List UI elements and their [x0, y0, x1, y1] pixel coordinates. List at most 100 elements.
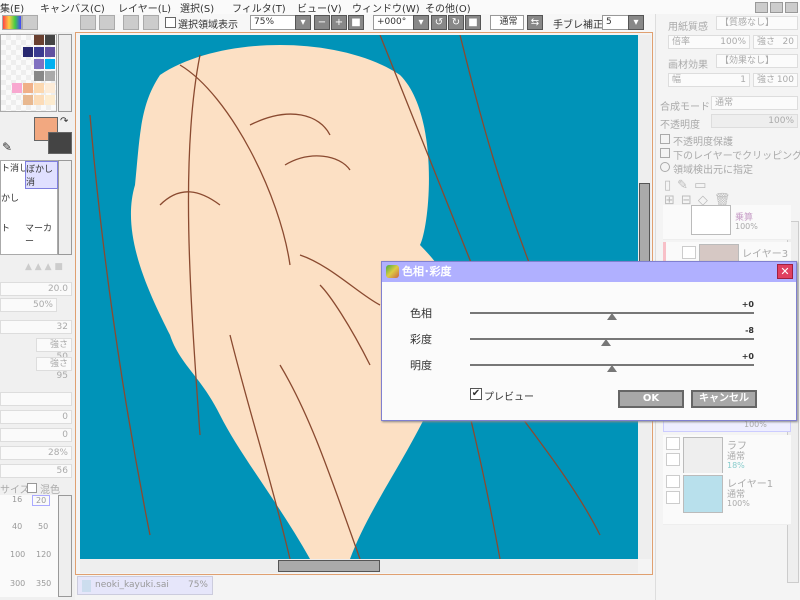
deselect-button[interactable]: [123, 15, 139, 30]
invert-selection-button[interactable]: [143, 15, 159, 30]
zoom-reset-button[interactable]: ■: [348, 15, 364, 30]
brush-size[interactable]: 40: [12, 522, 22, 531]
new-pen-layer-icon[interactable]: ✎: [677, 178, 694, 193]
brush-size[interactable]: 350: [36, 579, 51, 588]
paper-texture-select[interactable]: 【質感なし】: [716, 16, 798, 30]
menu-other[interactable]: その他(O): [425, 0, 471, 15]
color-palette[interactable]: [0, 34, 57, 112]
close-window-button[interactable]: [785, 2, 798, 13]
mix-label: 混色: [40, 485, 60, 496]
region-source-radio[interactable]: [660, 162, 670, 172]
new-folder-icon[interactable]: ▭: [694, 178, 712, 193]
menu-window[interactable]: ウィンドウ(W): [352, 0, 420, 15]
ok-button[interactable]: OK: [618, 390, 684, 408]
maximize-button[interactable]: [770, 2, 783, 13]
rotate-left-button[interactable]: ↺: [431, 15, 447, 30]
dialog-titlebar[interactable]: 色相･彩度 ✕: [382, 262, 796, 282]
slider-track[interactable]: [470, 338, 754, 340]
param-blend-select[interactable]: [0, 392, 72, 406]
param-strength-1[interactable]: 強さ 50: [36, 338, 72, 362]
slider-thumb[interactable]: [607, 313, 617, 320]
undo-button[interactable]: [80, 15, 96, 30]
clipping-checkbox[interactable]: [660, 148, 670, 158]
tool-marker[interactable]: マーカー: [25, 221, 58, 249]
lock-toggle[interactable]: [666, 453, 680, 466]
eye-icon[interactable]: [666, 475, 680, 488]
blend-mode-select[interactable]: 通常: [711, 96, 798, 110]
width-field[interactable]: 幅1: [668, 73, 750, 87]
tool-scrollbar[interactable]: [58, 160, 72, 255]
param-2[interactable]: 0: [0, 428, 72, 442]
scale-field[interactable]: 倍率 100%: [668, 35, 750, 49]
layer-item[interactable]: 乗算 100%: [663, 205, 791, 240]
brush-size[interactable]: 100: [10, 550, 25, 559]
strength-field-1[interactable]: 強さ 20: [753, 35, 798, 49]
eyedropper-icon[interactable]: ✎: [2, 140, 12, 154]
palette-scrollbar[interactable]: [58, 34, 72, 112]
menu-select[interactable]: 選択(S): [180, 0, 214, 15]
tool-blur[interactable]: かし: [1, 191, 29, 219]
redo-button[interactable]: [99, 15, 115, 30]
zoom-dropdown-icon[interactable]: ▾: [295, 15, 311, 30]
brush-size[interactable]: 300: [10, 579, 25, 588]
strength-value: 100: [776, 75, 794, 85]
brush-size[interactable]: 120: [36, 550, 51, 559]
minimize-button[interactable]: [755, 2, 768, 13]
layer-item[interactable]: レイヤー1 通常 100%: [663, 473, 791, 525]
effect-select[interactable]: 【効果なし】: [716, 54, 798, 68]
param-1[interactable]: 0: [0, 410, 72, 424]
strength-field-2[interactable]: 強さ 100: [753, 73, 798, 87]
slider-thumb[interactable]: [600, 339, 611, 346]
menu-canvas[interactable]: キャンバス(C): [40, 0, 105, 15]
lock-toggle[interactable]: [666, 491, 680, 504]
menu-edit[interactable]: 集(E): [0, 0, 24, 15]
layer-thumbnail: [683, 437, 723, 475]
horizontal-scrollbar[interactable]: [80, 559, 638, 573]
param-4[interactable]: 56: [0, 464, 72, 478]
brush-shape-buttons[interactable]: ▲ ▲ ▲ ■: [25, 262, 72, 277]
zoom-in-button[interactable]: +: [331, 15, 347, 30]
blend-normal-button[interactable]: 通常: [490, 15, 524, 30]
preview-checkbox[interactable]: ✔: [470, 388, 482, 400]
param-size[interactable]: 20.0: [0, 282, 72, 296]
slider-value: +0: [741, 352, 754, 361]
protect-opacity-checkbox[interactable]: [660, 134, 670, 144]
brush-size-selected[interactable]: 20: [32, 495, 51, 506]
swap-colors-icon[interactable]: ↷: [60, 116, 68, 127]
effect-label: 画材効果: [668, 60, 708, 71]
vertical-scroll-thumb[interactable]: [639, 183, 650, 263]
mix-checkbox[interactable]: [27, 483, 37, 493]
zoom-out-button[interactable]: −: [314, 15, 330, 30]
param-min-size[interactable]: 50%: [0, 298, 57, 312]
cancel-button[interactable]: キャンセル: [691, 390, 757, 408]
menu-layer[interactable]: レイヤー(L): [118, 0, 171, 15]
rotate-right-button[interactable]: ↻: [448, 15, 464, 30]
rotation-dropdown-icon[interactable]: ▾: [413, 15, 429, 30]
param-density[interactable]: 32: [0, 320, 72, 334]
opacity-slider[interactable]: 100%: [711, 114, 798, 128]
tool-blur-eraser[interactable]: ぼかし消: [25, 161, 58, 189]
menu-filter[interactable]: フィルタ(T): [232, 0, 286, 15]
horizontal-scroll-thumb[interactable]: [278, 560, 380, 572]
flip-button[interactable]: ⇆: [527, 15, 543, 30]
slider-label: 彩度: [410, 333, 432, 346]
show-selection-checkbox[interactable]: [165, 17, 176, 28]
stabilizer-dropdown-icon[interactable]: ▾: [628, 15, 644, 30]
scratch-icon[interactable]: [22, 15, 38, 30]
brush-size[interactable]: 16: [12, 495, 22, 504]
menu-view[interactable]: ビュー(V): [297, 0, 342, 15]
document-tab[interactable]: neoki_kayuki.sai 75%: [77, 576, 213, 595]
eye-icon[interactable]: [682, 246, 696, 259]
slider-thumb[interactable]: [607, 365, 617, 372]
close-icon[interactable]: ✕: [777, 264, 793, 279]
secondary-color-swatch[interactable]: [48, 132, 72, 154]
param-3[interactable]: 28%: [0, 446, 72, 460]
visibility-toggle[interactable]: [666, 437, 680, 450]
layer-item[interactable]: レイヤー3: [663, 242, 791, 262]
new-layer-icon[interactable]: ▯: [664, 178, 677, 193]
brush-size-scrollbar[interactable]: [58, 495, 72, 597]
rotation-reset-button[interactable]: ■: [465, 15, 481, 30]
param-strength-2[interactable]: 強さ 95: [36, 357, 72, 381]
palette-icon[interactable]: [2, 15, 22, 30]
brush-size[interactable]: 50: [38, 522, 48, 531]
